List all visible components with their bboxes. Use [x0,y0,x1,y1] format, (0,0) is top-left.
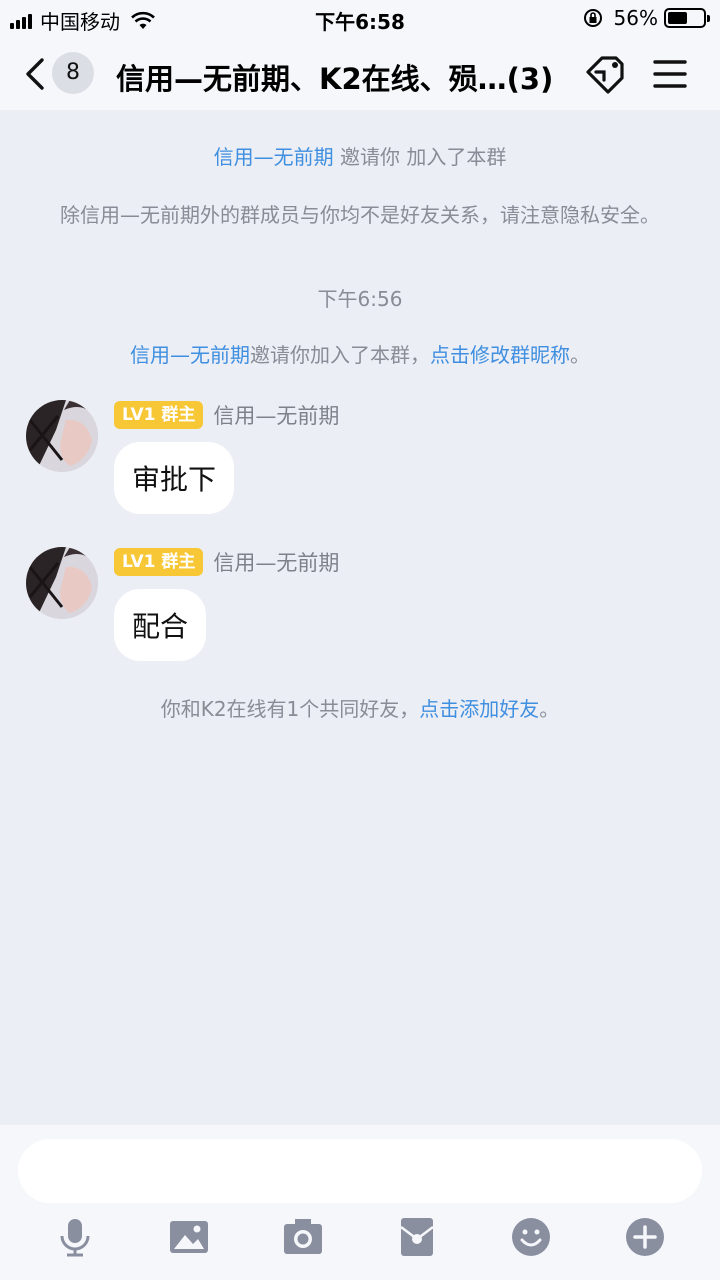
chat-title: 信用—无前期、K2在线、殒…(3) [116,62,554,96]
unread-count-badge[interactable]: 8 [52,52,94,94]
chat-header: 8 信用—无前期、K2在线、殒…(3) [0,36,720,110]
add-friend-link[interactable]: 点击添加好友 [419,697,539,721]
battery-percent: 56% [613,6,658,30]
inviter-link[interactable]: 信用—无前期 [130,343,250,367]
camera-icon[interactable] [283,1217,323,1257]
system-message-mutual-friend: 你和K2在线有1个共同好友，点击添加好友。 [160,697,560,721]
chat-message: LV1 群主 信用—无前期 审批下 [0,400,720,530]
sender-name: 信用—无前期 [213,551,340,575]
menu-icon[interactable] [652,54,688,94]
toolbar [0,1217,720,1267]
input-bar [0,1125,720,1280]
message-bubble[interactable]: 审批下 [114,442,235,514]
avatar[interactable] [26,547,98,619]
rotation-lock-icon [583,9,602,27]
group-tag-icon[interactable] [582,50,630,96]
avatar[interactable] [26,400,98,472]
system-message-privacy: 除信用—无前期外的群成员与你均不是好友关系，请注意隐私安全。 [60,203,660,227]
microphone-icon[interactable] [55,1217,95,1257]
system-message-invited: 信用—无前期 邀请你 加入了本群 [213,145,507,169]
status-bar: 中国移动 下午6:58 56% [0,0,720,36]
emoji-icon[interactable] [511,1217,551,1257]
back-icon[interactable] [20,54,50,94]
sender-name: 信用—无前期 [213,404,340,428]
member-level-badge: LV1 群主 [114,401,204,429]
edit-nickname-link[interactable]: 点击修改群昵称 [430,343,570,367]
member-level-badge: LV1 群主 [114,548,204,576]
chat-area[interactable]: 信用—无前期 邀请你 加入了本群 除信用—无前期外的群成员与你均不是好友关系，请… [0,110,720,1125]
system-message-nickname: 信用—无前期邀请你加入了本群，点击修改群昵称。 [130,343,590,367]
battery-icon [664,8,710,28]
timestamp: 下午6:56 [317,287,403,311]
inviter-link[interactable]: 信用—无前期 [214,145,334,169]
red-packet-icon[interactable] [397,1217,437,1257]
plus-icon[interactable] [625,1217,665,1257]
message-input[interactable] [18,1139,702,1203]
message-bubble[interactable]: 配合 [114,589,207,661]
chat-message: LV1 群主 信用—无前期 配合 [0,547,720,677]
image-icon[interactable] [169,1217,209,1257]
